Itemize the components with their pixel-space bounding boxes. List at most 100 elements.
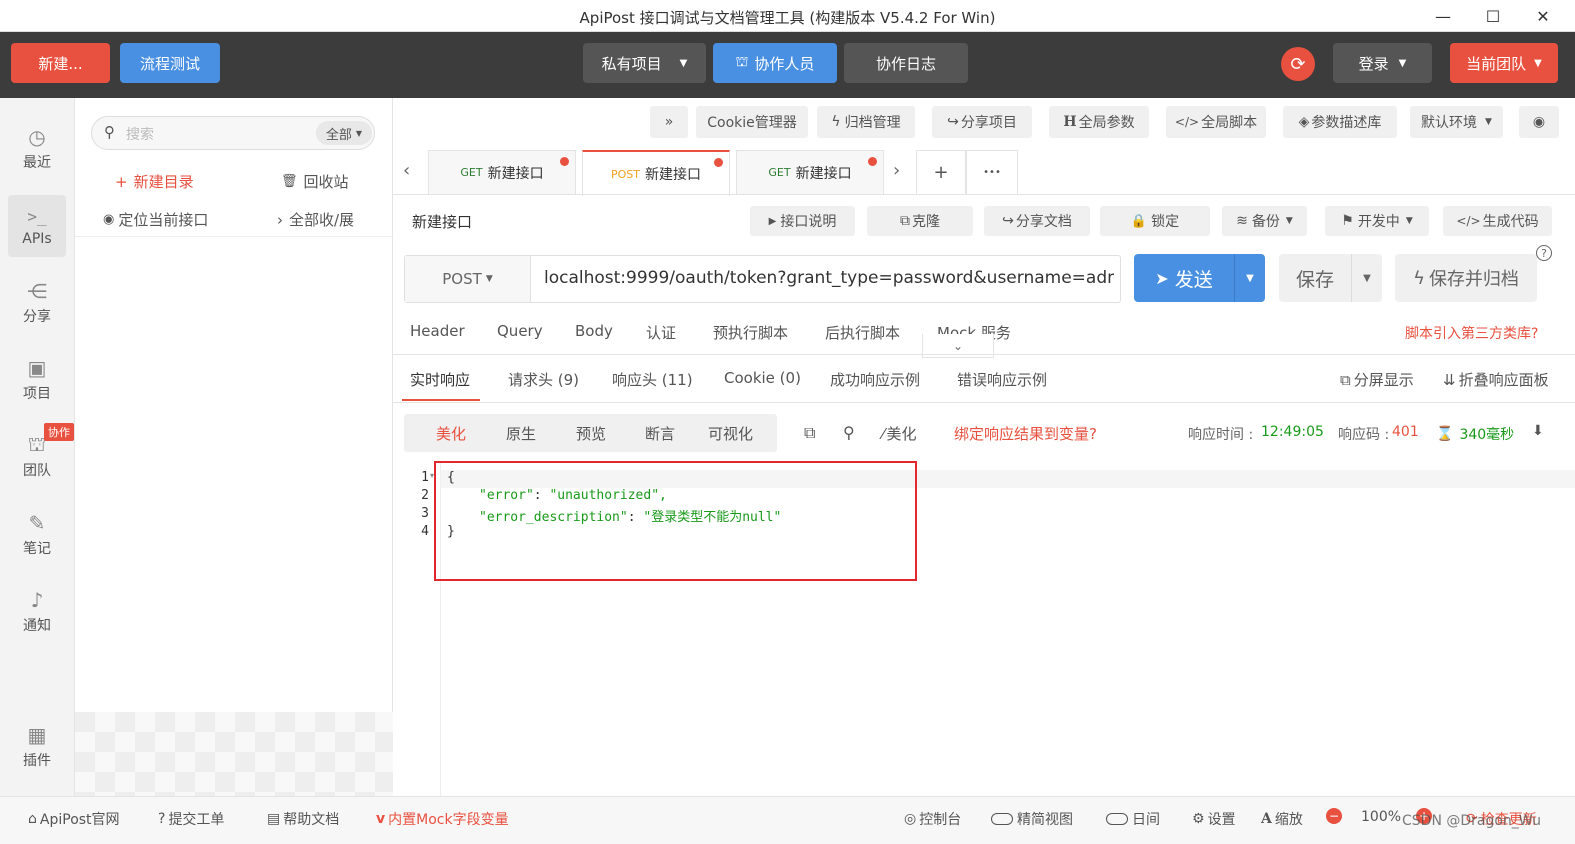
tab-method: GET — [460, 166, 483, 179]
global-script-button[interactable]: </> 全局脚本 — [1166, 106, 1266, 138]
save-archive-button[interactable]: ϟ 保存并归档 — [1395, 254, 1537, 302]
private-project-dropdown[interactable]: 私有项目 ▼ — [583, 43, 706, 83]
format-raw[interactable]: 原生 — [506, 423, 536, 444]
collapse-all-button[interactable]: › 全部收/展 — [277, 209, 354, 230]
url-input[interactable]: localhost:9999/oauth/token?grant_type=pa… — [544, 268, 1114, 288]
question-icon: ? — [158, 811, 166, 827]
locate-current-button[interactable]: ◉ 定位当前接口 — [103, 209, 208, 230]
tab-get-1[interactable]: GET 新建接口 — [428, 150, 576, 194]
split-view-button[interactable]: ⧉ 分屏显示 — [1340, 369, 1414, 390]
collab-log-button[interactable]: 协作日志 — [844, 43, 968, 83]
resp-tab-resp-headers[interactable]: 响应头 (11) — [612, 369, 693, 390]
plus-icon: + — [115, 172, 128, 191]
format-preview[interactable]: 预览 — [576, 423, 606, 444]
day-mode-toggle[interactable]: 日间 — [1106, 809, 1160, 829]
search-input[interactable]: 搜索 — [126, 124, 154, 144]
method-select[interactable]: POST ▼ — [405, 256, 531, 302]
maximize-button[interactable]: ☐ — [1470, 0, 1516, 32]
submit-ticket-link[interactable]: ? 提交工单 — [158, 809, 224, 829]
generate-code-button[interactable]: </> 生成代码 — [1443, 206, 1552, 236]
close-button[interactable]: ✕ — [1520, 0, 1566, 32]
response-editor[interactable]: 1 2 3 4 ▾ { "error": "unauthorized", "er… — [393, 461, 1575, 796]
format-beautify[interactable]: 美化 — [436, 423, 466, 444]
resp-tab-success-example[interactable]: 成功响应示例 — [830, 369, 920, 390]
req-tab-body[interactable]: Body — [575, 322, 613, 340]
nav-plugins[interactable]: ▦ 插件 — [8, 716, 66, 778]
new-directory-label: 新建目录 — [133, 173, 194, 191]
tabs-scroll-right[interactable]: › — [893, 160, 900, 181]
compact-view-toggle[interactable]: 精简视图 — [991, 809, 1073, 829]
resp-tab-error-example[interactable]: 错误响应示例 — [957, 369, 1047, 390]
send-button[interactable]: ➤ 发送 — [1134, 254, 1234, 302]
copy-icon: ⧉ — [900, 213, 910, 229]
tab-more-button[interactable]: ••• — [966, 150, 1018, 194]
collaborators-button[interactable]: ⛫ 协作人员 — [713, 43, 837, 83]
help-docs-link[interactable]: ▤ 帮助文档 — [267, 809, 339, 829]
resp-tab-cookie[interactable]: Cookie (0) — [724, 369, 801, 387]
console-button[interactable]: ◎ 控制台 — [904, 809, 961, 829]
save-button[interactable]: 保存 — [1279, 254, 1351, 302]
help-icon[interactable]: ? — [1536, 245, 1552, 261]
nav-project[interactable]: ▣ 项目 — [8, 349, 66, 411]
req-tab-query[interactable]: Query — [497, 322, 543, 340]
recycle-bin-button[interactable]: 🗑 回收站 — [281, 171, 349, 192]
global-params-button[interactable]: H 全局参数 — [1049, 106, 1149, 138]
nav-notifications[interactable]: ♪ 通知 — [8, 581, 66, 643]
archive-manage-button[interactable]: ϟ 归档管理 — [817, 106, 915, 138]
req-tab-pre-script[interactable]: 预执行脚本 — [713, 322, 788, 343]
search-box[interactable]: ⚲ 搜索 全部 ▼ — [91, 116, 375, 150]
lock-button[interactable]: 🔒 锁定 — [1100, 206, 1210, 236]
fold-panel-button[interactable]: ⇊ 折叠响应面板 — [1443, 369, 1549, 390]
status-label: 开发中 — [1357, 214, 1400, 230]
tab-get-2[interactable]: GET 新建接口 — [736, 150, 884, 194]
search-icon[interactable]: ⚲ — [843, 423, 855, 442]
new-directory-button[interactable]: + 新建目录 — [115, 171, 194, 192]
scope-dropdown[interactable]: 全部 ▼ — [316, 121, 372, 145]
api-doc-button[interactable]: ▶ 接口说明 — [750, 206, 855, 236]
backup-dropdown[interactable]: ≋ 备份 ▼ — [1222, 206, 1307, 236]
nav-recent[interactable]: ◷ 最近 — [8, 118, 66, 180]
param-library-button[interactable]: ◈ 参数描述库 — [1283, 106, 1397, 138]
env-dropdown[interactable]: 默认环境 ▼ — [1410, 106, 1503, 138]
flow-test-button[interactable]: 流程测试 — [120, 43, 220, 83]
login-dropdown[interactable]: 登录 ▼ — [1333, 43, 1432, 83]
resp-tab-live[interactable]: 实时响应 — [410, 369, 470, 390]
nav-apis[interactable]: >_ APIs — [8, 195, 66, 257]
bind-variable-link[interactable]: 绑定响应结果到变量? — [954, 423, 1097, 444]
zoom-out-button[interactable]: − — [1326, 808, 1342, 824]
nav-share[interactable]: ⋲ 分享 — [8, 272, 66, 334]
tab-post-active[interactable]: POST 新建接口 — [582, 150, 730, 196]
eye-icon[interactable]: ◉ — [1519, 106, 1559, 138]
share-project-button[interactable]: ↪ 分享项目 — [932, 106, 1032, 138]
download-icon[interactable]: ⬇ — [1532, 423, 1544, 439]
req-tab-post-script[interactable]: 后执行脚本 — [825, 322, 900, 343]
current-team-dropdown[interactable]: 当前团队 ▼ — [1450, 43, 1558, 83]
api-name[interactable]: 新建接口 — [412, 211, 472, 232]
cookie-manager-button[interactable]: Cookie管理器 — [696, 106, 808, 138]
save-options-caret[interactable]: ▼ — [1351, 254, 1382, 302]
mock-vars-link[interactable]: v 内置Mock字段变量 — [376, 809, 509, 829]
add-tab-button[interactable]: + — [916, 150, 966, 194]
settings-button[interactable]: ⚙ 设置 — [1192, 809, 1236, 829]
resp-tab-req-headers[interactable]: 请求头 (9) — [508, 369, 579, 390]
toolbar-more-button[interactable]: » — [650, 106, 688, 138]
tabs-scroll-left[interactable]: ‹ — [403, 160, 410, 181]
font-size-icon: A — [1261, 811, 1272, 827]
official-site-link[interactable]: ⌂ ApiPost官网 — [28, 809, 120, 829]
req-tab-auth[interactable]: 认证 — [646, 322, 676, 343]
copy-icon[interactable]: ⧉ — [804, 423, 815, 443]
third-party-lib-link[interactable]: 脚本引入第三方类库? — [1405, 323, 1538, 343]
minimize-button[interactable]: — — [1420, 0, 1466, 32]
send-options-caret[interactable]: ▼ — [1234, 254, 1265, 302]
share-doc-button[interactable]: ↪ 分享文档 — [984, 206, 1090, 236]
line-number: 4 — [421, 524, 429, 539]
format-assert[interactable]: 断言 — [645, 423, 675, 444]
format-visualize[interactable]: 可视化 — [708, 423, 753, 444]
status-dropdown[interactable]: ⚑ 开发中 ▼ — [1325, 206, 1429, 236]
sync-icon[interactable]: ⟳ — [1281, 47, 1315, 81]
new-button[interactable]: 新建... — [11, 43, 110, 83]
nav-notes[interactable]: ✎ 笔记 — [8, 504, 66, 566]
clone-button[interactable]: ⧉ 克隆 — [867, 206, 973, 236]
req-tab-header[interactable]: Header — [410, 322, 465, 340]
beautify-button[interactable]: ⁄ 美化 — [882, 423, 917, 444]
